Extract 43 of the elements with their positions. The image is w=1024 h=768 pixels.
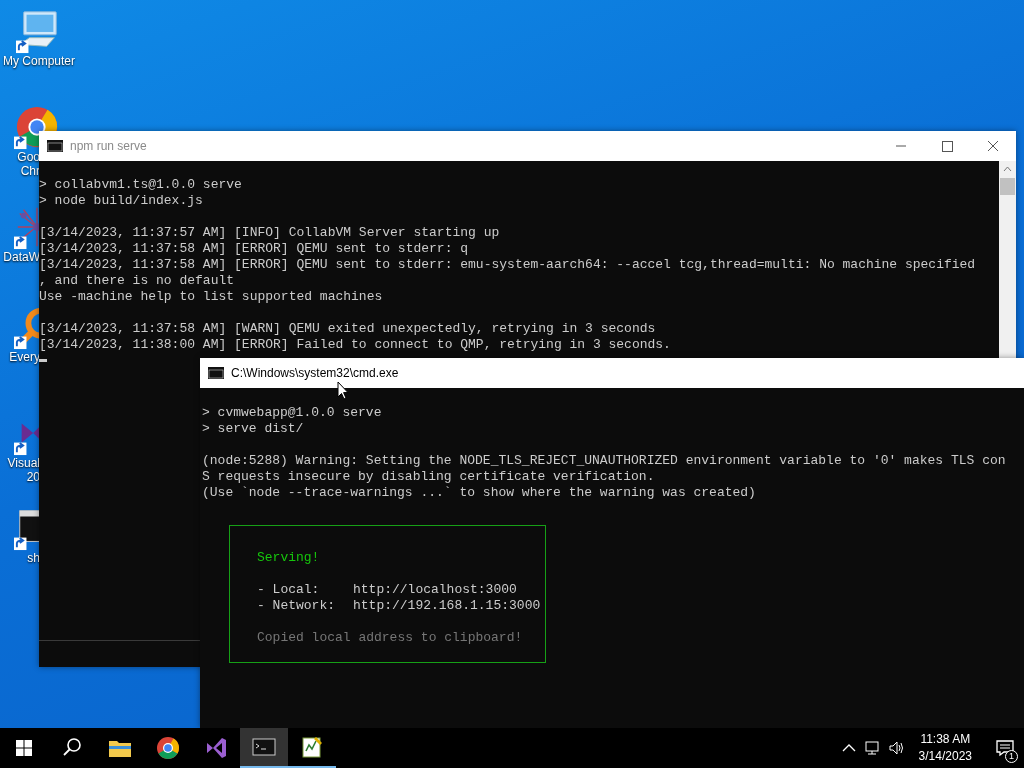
window-title: npm run serve	[70, 139, 148, 153]
console-line: , and there is no default	[39, 273, 236, 289]
console-line: > collabvm1.ts@1.0.0 serve	[39, 177, 243, 193]
network-icon[interactable]	[863, 739, 882, 757]
scrollbar[interactable]	[999, 161, 1016, 358]
clock-time: 11:38 AM	[920, 731, 971, 748]
console-line: [3/14/2023, 11:38:00 AM] [ERROR] Failed to connect to QMP, retrying in 3 seconds.	[39, 337, 672, 353]
console-line: [3/14/2023, 11:37:58 AM] [ERROR] QEMU sent to stderr: q	[39, 241, 470, 257]
console-icon	[208, 367, 224, 379]
icon-label: Visual	[7, 456, 40, 470]
console-line: [3/14/2023, 11:37:58 AM] [ERROR] QEMU sent to stderr: emu-system-aarch64: --accel tcg,thread=multi: No machine specified	[39, 257, 977, 273]
notification-count: 1	[1005, 750, 1018, 763]
clipboard-note: Copied local address to clipboard!	[257, 630, 524, 646]
icon-label: Every	[9, 350, 40, 364]
icon-label: Chr	[20, 164, 40, 178]
address-url: http://localhost:3000	[353, 582, 517, 598]
serving-heading: Serving!	[257, 550, 321, 566]
console-line: [3/14/2023, 11:37:58 AM] [WARN] QEMU exited unexpectedly, retrying in 3 seconds	[39, 321, 657, 337]
volume-icon[interactable]	[887, 739, 906, 757]
window-title: C:\Windows\system32\cmd.exe	[231, 366, 400, 380]
console-line: Use -machine help to list supported machines	[39, 289, 384, 305]
console-line: (Use `node --trace-warnings ...` to show where the warning was created)	[202, 485, 757, 501]
icon-label: DataW	[3, 250, 40, 264]
console-line: (node:5288) Warning: Setting the NODE_TLS_REJECT_UNAUTHORIZED environment variable to '0' makes TLS con	[202, 453, 1007, 469]
address-url: http://192.168.1.15:3000	[353, 598, 541, 614]
icon-label: sh	[27, 551, 40, 565]
console-line: [3/14/2023, 11:37:57 AM] [INFO] CollabVM Server starting up	[39, 225, 501, 241]
console-line: > serve dist/	[202, 421, 305, 437]
scrollbar-thumb[interactable]	[1000, 178, 1015, 195]
console-line: > cvmwebapp@1.0.0 serve	[202, 405, 383, 421]
notifications-button[interactable]: 1	[986, 728, 1024, 768]
address-label: - Local:	[257, 582, 321, 598]
console-icon	[47, 140, 63, 152]
clock[interactable]: 11:38 AM 3/14/2023	[918, 731, 972, 765]
icon-label: Goo	[17, 150, 40, 164]
console-line: > node build/index.js	[39, 193, 204, 209]
clock-date: 3/14/2023	[918, 748, 972, 765]
console-icon[interactable]	[240, 728, 288, 768]
icon-label: My Computer	[3, 54, 75, 68]
console-line: S requests insecure by disabling certificate verification.	[202, 469, 656, 485]
icon-label: 20	[26, 470, 40, 484]
message-icon	[995, 738, 1015, 758]
address-label: - Network:	[257, 598, 336, 614]
